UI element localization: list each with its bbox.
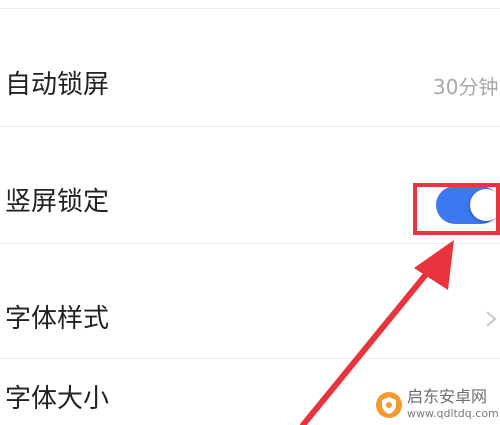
watermark-url: www.qdltdq.com	[407, 407, 499, 420]
annotation-highlight-box	[413, 183, 500, 235]
divider-3	[0, 358, 500, 359]
watermark-logo-icon	[376, 392, 402, 418]
chevron-right-icon[interactable]	[484, 310, 498, 328]
auto-lock-value[interactable]: 30分钟	[433, 74, 498, 100]
auto-lock-label[interactable]: 自动锁屏	[5, 70, 109, 100]
font-size-label[interactable]: 字体大小	[5, 384, 109, 414]
divider-1	[0, 126, 500, 127]
watermark-title: 启东安卓网	[407, 387, 488, 406]
top-divider	[0, 8, 500, 9]
divider-2	[0, 243, 500, 244]
watermark: 启东安卓网 www.qdltdq.com	[367, 385, 500, 425]
portrait-lock-label[interactable]: 竖屏锁定	[5, 187, 109, 217]
font-style-label[interactable]: 字体样式	[5, 304, 109, 334]
